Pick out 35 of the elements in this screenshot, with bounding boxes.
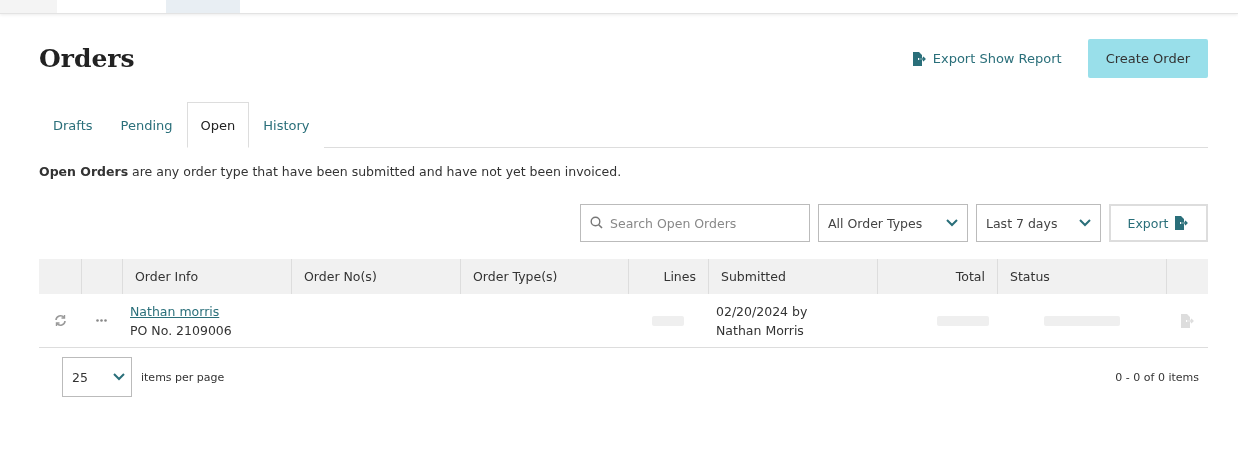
nav-tab[interactable] [0, 0, 57, 13]
search-icon [590, 216, 603, 229]
column-header: Order Type(s) [460, 259, 628, 294]
submitted-date: 02/20/2024 by [716, 302, 809, 321]
submitted-by: Nathan Morris [716, 321, 805, 340]
column-header: Order No(s) [291, 259, 460, 294]
description-text: Open Orders are any order type that have been submitted and have not yet been invoiced. [39, 164, 623, 179]
column-header: Lines [628, 259, 708, 294]
pagination-summary: 0 - 0 of 0 items [1115, 370, 1199, 384]
chevron-down-icon [946, 219, 958, 227]
column-header: Submitted [708, 259, 877, 294]
create-order-button[interactable]: Create Order [1087, 39, 1208, 78]
more-icon[interactable] [96, 319, 107, 322]
file-export-icon [911, 51, 927, 66]
chevron-down-icon [1079, 219, 1091, 227]
page-size-select[interactable]: 25 [62, 357, 132, 397]
search-field[interactable]: Search Open Orders [580, 204, 810, 242]
order-type-select[interactable]: All Order Types [818, 204, 968, 242]
file-export-icon [1179, 313, 1195, 328]
export-report-link[interactable]: Export Show Report [911, 51, 1062, 66]
column-header: Order Info [122, 259, 291, 294]
order-name-link[interactable]: Nathan morris [130, 301, 283, 321]
po-number: PO No. 2109006 [130, 321, 233, 340]
export-button[interactable]: Export [1109, 204, 1208, 242]
items-per-page-label: items per page [141, 370, 225, 384]
nav-tab[interactable] [166, 0, 240, 13]
refresh-icon[interactable] [53, 314, 67, 327]
page-title: Orders [39, 44, 135, 73]
column-header: Status [997, 259, 1166, 294]
chevron-down-icon [113, 373, 125, 381]
nav-tab[interactable] [57, 0, 166, 13]
date-range-select[interactable]: Last 7 days [976, 204, 1101, 242]
file-export-icon [1174, 216, 1190, 230]
tab[interactable]: Open [186, 102, 250, 148]
column-header: Total [877, 259, 997, 294]
